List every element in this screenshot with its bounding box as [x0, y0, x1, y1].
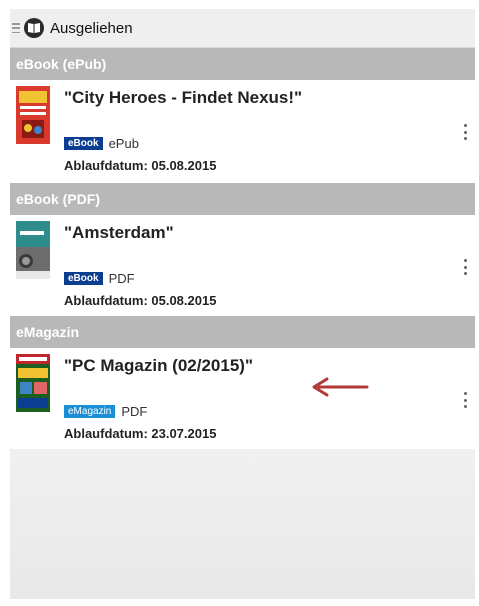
- section-header-emagazin: eMagazin: [10, 316, 475, 348]
- list-item[interactable]: "City Heroes - Findet Nexus!" eBook ePub…: [10, 80, 475, 182]
- section-header-pdf: eBook (PDF): [10, 183, 475, 215]
- book-cover-image[interactable]: [16, 86, 50, 144]
- section-header-epub: eBook (ePub): [10, 48, 475, 80]
- app-bar: Ausgeliehen: [10, 9, 475, 48]
- hamburger-icon[interactable]: [12, 23, 20, 33]
- format-label: PDF: [108, 271, 135, 286]
- format-row: eBook ePub: [64, 136, 139, 151]
- expiry-date: Ablaufdatum: 23.07.2015: [64, 426, 217, 441]
- expiry-date: Ablaufdatum: 05.08.2015: [64, 158, 217, 173]
- format-badge: eBook: [64, 272, 103, 285]
- format-row: eMagazin PDF: [64, 404, 147, 419]
- arrow-left-annotation-icon: [309, 376, 369, 403]
- more-vert-icon[interactable]: [464, 124, 468, 140]
- format-label: ePub: [108, 136, 139, 151]
- format-row: eBook PDF: [64, 271, 135, 286]
- list-item[interactable]: "Amsterdam" eBook PDF Ablaufdatum: 05.08…: [10, 215, 475, 315]
- book-title[interactable]: "Amsterdam": [64, 223, 174, 243]
- format-badge: eBook: [64, 137, 103, 150]
- list-item[interactable]: "PC Magazin (02/2015)" eMagazin PDF Abla…: [10, 348, 475, 449]
- format-label: PDF: [121, 404, 148, 419]
- more-vert-icon[interactable]: [464, 259, 468, 275]
- expiry-date: Ablaufdatum: 05.08.2015: [64, 293, 217, 308]
- more-vert-icon[interactable]: [464, 392, 468, 408]
- format-badge: eMagazin: [64, 405, 116, 418]
- borrowed-screen: Ausgeliehen eBook (ePub) "City Heroes - …: [10, 9, 475, 599]
- book-cover-image[interactable]: [16, 221, 50, 279]
- empty-area: [10, 449, 475, 599]
- book-title[interactable]: "City Heroes - Findet Nexus!": [64, 88, 302, 108]
- book-icon: [24, 18, 44, 38]
- magazine-title[interactable]: "PC Magazin (02/2015)": [64, 356, 253, 376]
- page-title: Ausgeliehen: [50, 19, 133, 37]
- magazine-cover-image[interactable]: [16, 354, 50, 412]
